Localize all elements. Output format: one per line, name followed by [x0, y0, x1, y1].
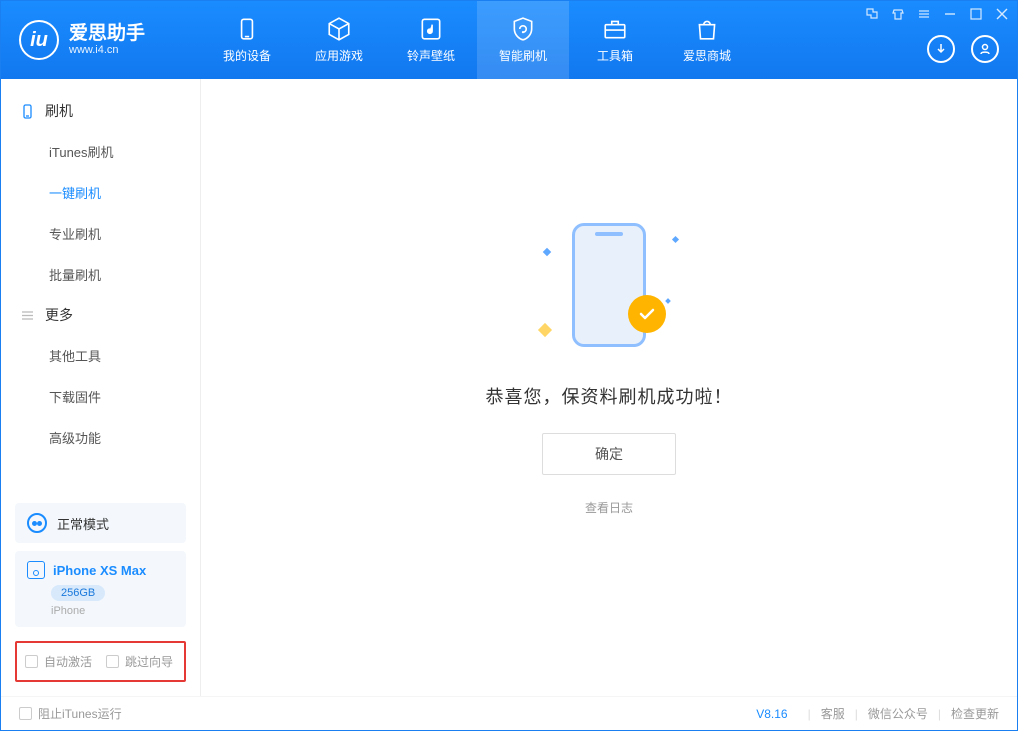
mode-label: 正常模式: [57, 514, 109, 533]
footer-link-update[interactable]: 检查更新: [951, 705, 999, 722]
device-icon: [234, 16, 260, 42]
sparkle-icon: [543, 248, 551, 256]
nav-label: 我的设备: [223, 47, 271, 64]
footer-link-service[interactable]: 客服: [821, 705, 845, 722]
app-url: www.i4.cn: [69, 44, 145, 56]
sparkle-icon: [672, 236, 679, 243]
logo-text: 爱思助手 www.i4.cn: [69, 24, 145, 57]
nav-label: 爱思商城: [683, 47, 731, 64]
nav-ringtone-wallpaper[interactable]: 铃声壁纸: [385, 1, 477, 79]
checkbox-label: 自动激活: [44, 653, 92, 670]
block-itunes-checkbox[interactable]: 阻止iTunes运行: [19, 705, 122, 722]
sidebar-item-pro-flash[interactable]: 专业刷机: [1, 213, 200, 254]
version-label: V8.16: [756, 707, 787, 721]
cube-icon: [326, 16, 352, 42]
view-log-link[interactable]: 查看日志: [585, 499, 633, 516]
app-window: iu 爱思助手 www.i4.cn 我的设备 应用游戏: [0, 0, 1018, 731]
header-right-icons: [927, 35, 999, 63]
section-title: 更多: [45, 305, 73, 325]
header: iu 爱思助手 www.i4.cn 我的设备 应用游戏: [1, 1, 1017, 79]
footer-link-wechat[interactable]: 微信公众号: [868, 705, 928, 722]
user-icon[interactable]: [971, 35, 999, 63]
nav-label: 铃声壁纸: [407, 47, 455, 64]
checkbox-label: 跳过向导: [125, 653, 173, 670]
app-name: 爱思助手: [69, 24, 145, 45]
nav-label: 工具箱: [597, 47, 633, 64]
logo-icon: iu: [19, 20, 59, 60]
storage-badge: 256GB: [51, 585, 105, 601]
footer-right: V8.16 | 客服 | 微信公众号 | 检查更新: [756, 705, 999, 722]
nav-my-device[interactable]: 我的设备: [201, 1, 293, 79]
ok-button[interactable]: 确定: [542, 433, 676, 475]
download-icon[interactable]: [927, 35, 955, 63]
bag-icon: [694, 16, 720, 42]
window-controls: [865, 7, 1009, 24]
maximize-button[interactable]: [969, 7, 983, 24]
mode-box[interactable]: 正常模式: [15, 503, 186, 543]
checkbox-label: 阻止iTunes运行: [38, 705, 122, 722]
section-title: 刷机: [45, 101, 73, 121]
music-note-icon: [418, 16, 444, 42]
device-type: iPhone: [51, 605, 174, 617]
sidebar-section-more[interactable]: 更多: [1, 295, 200, 335]
sidebar-item-oneclick-flash[interactable]: 一键刷机: [1, 172, 200, 213]
body: 刷机 iTunes刷机 一键刷机 专业刷机 批量刷机 更多 其他工具 下载固件 …: [1, 79, 1017, 696]
checkbox-icon: [106, 655, 119, 668]
menu-icon[interactable]: [917, 7, 931, 24]
nav-toolbox[interactable]: 工具箱: [569, 1, 661, 79]
check-badge-icon: [628, 295, 666, 333]
main-content: 恭喜您，保资料刷机成功啦！ 确定 查看日志: [201, 79, 1017, 696]
sidebar-item-batch-flash[interactable]: 批量刷机: [1, 254, 200, 295]
sparkle-icon: [538, 323, 552, 337]
nav-label: 应用游戏: [315, 47, 363, 64]
close-button[interactable]: [995, 7, 1009, 24]
skip-setup-checkbox[interactable]: 跳过向导: [106, 653, 173, 670]
sidebar: 刷机 iTunes刷机 一键刷机 专业刷机 批量刷机 更多 其他工具 下载固件 …: [1, 79, 201, 696]
sidebar-section-flash[interactable]: 刷机: [1, 91, 200, 131]
device-icon: [27, 561, 45, 579]
nav-store[interactable]: 爱思商城: [661, 1, 753, 79]
device-name: iPhone XS Max: [53, 563, 146, 578]
feedback-icon[interactable]: [865, 7, 879, 24]
minimize-button[interactable]: [943, 7, 957, 24]
sidebar-item-advanced[interactable]: 高级功能: [1, 417, 200, 458]
success-illustration: [534, 219, 684, 359]
mode-icon: [27, 513, 47, 533]
sidebar-bottom: 正常模式 iPhone XS Max 256GB iPhone 自动激活: [1, 495, 200, 696]
sidebar-item-itunes-flash[interactable]: iTunes刷机: [1, 131, 200, 172]
sparkle-icon: [665, 298, 671, 304]
phone-icon: [19, 103, 35, 119]
sidebar-item-other-tools[interactable]: 其他工具: [1, 335, 200, 376]
checkbox-icon: [19, 707, 32, 720]
shield-refresh-icon: [510, 16, 536, 42]
top-nav: 我的设备 应用游戏 铃声壁纸 智能刷机: [201, 1, 753, 79]
briefcase-icon: [602, 16, 628, 42]
list-icon: [19, 307, 35, 323]
success-message: 恭喜您，保资料刷机成功啦！: [486, 383, 733, 409]
device-box[interactable]: iPhone XS Max 256GB iPhone: [15, 551, 186, 627]
sidebar-item-download-firmware[interactable]: 下载固件: [1, 376, 200, 417]
footer: 阻止iTunes运行 V8.16 | 客服 | 微信公众号 | 检查更新: [1, 696, 1017, 730]
nav-apps-games[interactable]: 应用游戏: [293, 1, 385, 79]
highlighted-checkbox-row: 自动激活 跳过向导: [15, 641, 186, 682]
logo-area: iu 爱思助手 www.i4.cn: [1, 20, 201, 60]
nav-smart-flash[interactable]: 智能刷机: [477, 1, 569, 79]
checkbox-icon: [25, 655, 38, 668]
skin-icon[interactable]: [891, 7, 905, 24]
auto-activate-checkbox[interactable]: 自动激活: [25, 653, 92, 670]
nav-label: 智能刷机: [499, 47, 547, 64]
